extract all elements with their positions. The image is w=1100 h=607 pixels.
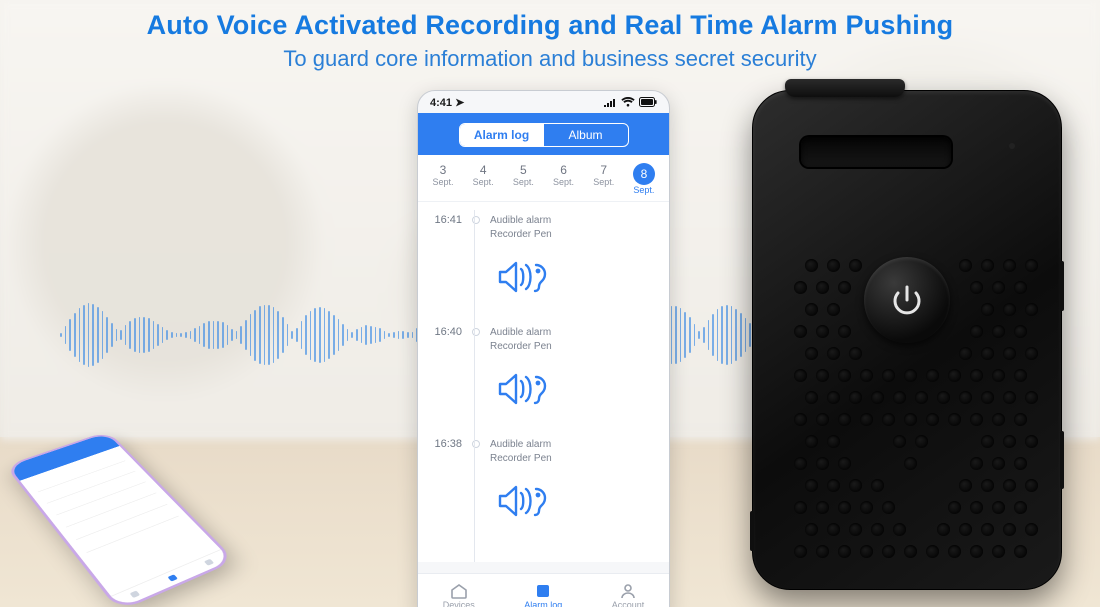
- device-led: [1009, 143, 1015, 149]
- date-item-selected[interactable]: 8Sept.: [629, 163, 659, 195]
- account-icon: [619, 583, 637, 599]
- entry-text: Audible alarmRecorder Pen: [490, 214, 552, 241]
- device-side-slot: [750, 511, 754, 551]
- nav-devices[interactable]: Devices: [443, 583, 475, 607]
- bottom-nav[interactable]: Devices Alarm log Account: [418, 573, 669, 607]
- status-time: 4:41 ➤: [430, 96, 464, 109]
- speaker-ear-icon: [496, 255, 657, 304]
- nav-alarm-log[interactable]: Alarm log: [524, 583, 562, 607]
- device-clip: [785, 79, 905, 97]
- battery-icon: [639, 97, 657, 107]
- log-entry[interactable]: 16:40 Audible alarmRecorder Pen: [430, 320, 657, 359]
- device-display-window: [801, 137, 951, 167]
- segmented-control[interactable]: Alarm log Album: [459, 123, 629, 147]
- phone-mockup: 4:41 ➤ Alarm log Album 3Sept. 4Sept. 5Se…: [417, 90, 670, 607]
- status-bar: 4:41 ➤: [418, 91, 669, 113]
- app-topbar: Alarm log Album: [418, 113, 669, 155]
- alarm-icon: [534, 583, 552, 599]
- log-entry[interactable]: 16:38 Audible alarmRecorder Pen: [430, 432, 657, 471]
- entry-time: 16:38: [430, 438, 462, 450]
- entry-time: 16:40: [430, 326, 462, 338]
- power-button[interactable]: [864, 257, 950, 343]
- tab-album[interactable]: Album: [544, 124, 628, 146]
- date-item[interactable]: 4Sept.: [468, 163, 498, 195]
- headline: Auto Voice Activated Recording and Real …: [0, 10, 1100, 41]
- device-side-button: [1060, 261, 1064, 311]
- small-phone-mockup: [55, 388, 315, 588]
- date-strip[interactable]: 3Sept. 4Sept. 5Sept. 6Sept. 7Sept. 8Sept…: [418, 155, 669, 202]
- entry-time: 16:41: [430, 214, 462, 226]
- recorder-device: [752, 90, 1062, 590]
- wifi-icon: [621, 97, 635, 107]
- entry-text: Audible alarmRecorder Pen: [490, 326, 552, 353]
- subheadline: To guard core information and business s…: [0, 46, 1100, 72]
- tab-alarm-log[interactable]: Alarm log: [460, 124, 544, 146]
- entry-text: Audible alarmRecorder Pen: [490, 438, 552, 465]
- timeline-line: [474, 210, 475, 562]
- home-icon: [450, 583, 468, 599]
- speaker-ear-icon: [496, 479, 657, 528]
- log-entry[interactable]: 16:41 Audible alarmRecorder Pen: [430, 208, 657, 247]
- status-right-icons: [603, 97, 657, 107]
- date-item[interactable]: 6Sept.: [549, 163, 579, 195]
- signal-icon: [603, 97, 617, 107]
- date-item[interactable]: 3Sept.: [428, 163, 458, 195]
- speaker-ear-icon: [496, 367, 657, 416]
- date-item[interactable]: 5Sept.: [508, 163, 538, 195]
- alarm-log-list[interactable]: 16:41 Audible alarmRecorder Pen 16:40 Au…: [418, 202, 669, 562]
- power-icon: [888, 281, 926, 319]
- nav-account[interactable]: Account: [612, 583, 645, 607]
- device-side-port: [1060, 431, 1064, 489]
- date-item[interactable]: 7Sept.: [589, 163, 619, 195]
